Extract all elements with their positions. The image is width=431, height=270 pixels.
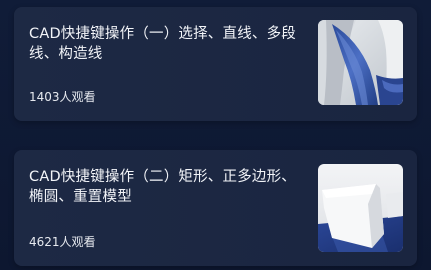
video-title: CAD快捷键操作（二）矩形、正多边形、椭圆、重置模型 [29,169,297,205]
video-card[interactable]: CAD快捷键操作（二）矩形、正多边形、椭圆、重置模型 4621人观看 [14,150,417,266]
video-thumbnail[interactable] [318,164,403,252]
video-card[interactable]: CAD快捷键操作（一）选择、直线、多段线、构造线 1403人观看 [14,7,417,121]
view-count: 1403人观看 [29,90,96,104]
view-count: 4621人观看 [29,235,96,249]
video-list: CAD快捷键操作（一）选择、直线、多段线、构造线 1403人观看 CAD快捷键操… [0,0,431,270]
video-title: CAD快捷键操作（一）选择、直线、多段线、构造线 [29,26,297,62]
video-thumbnail[interactable] [318,20,403,105]
